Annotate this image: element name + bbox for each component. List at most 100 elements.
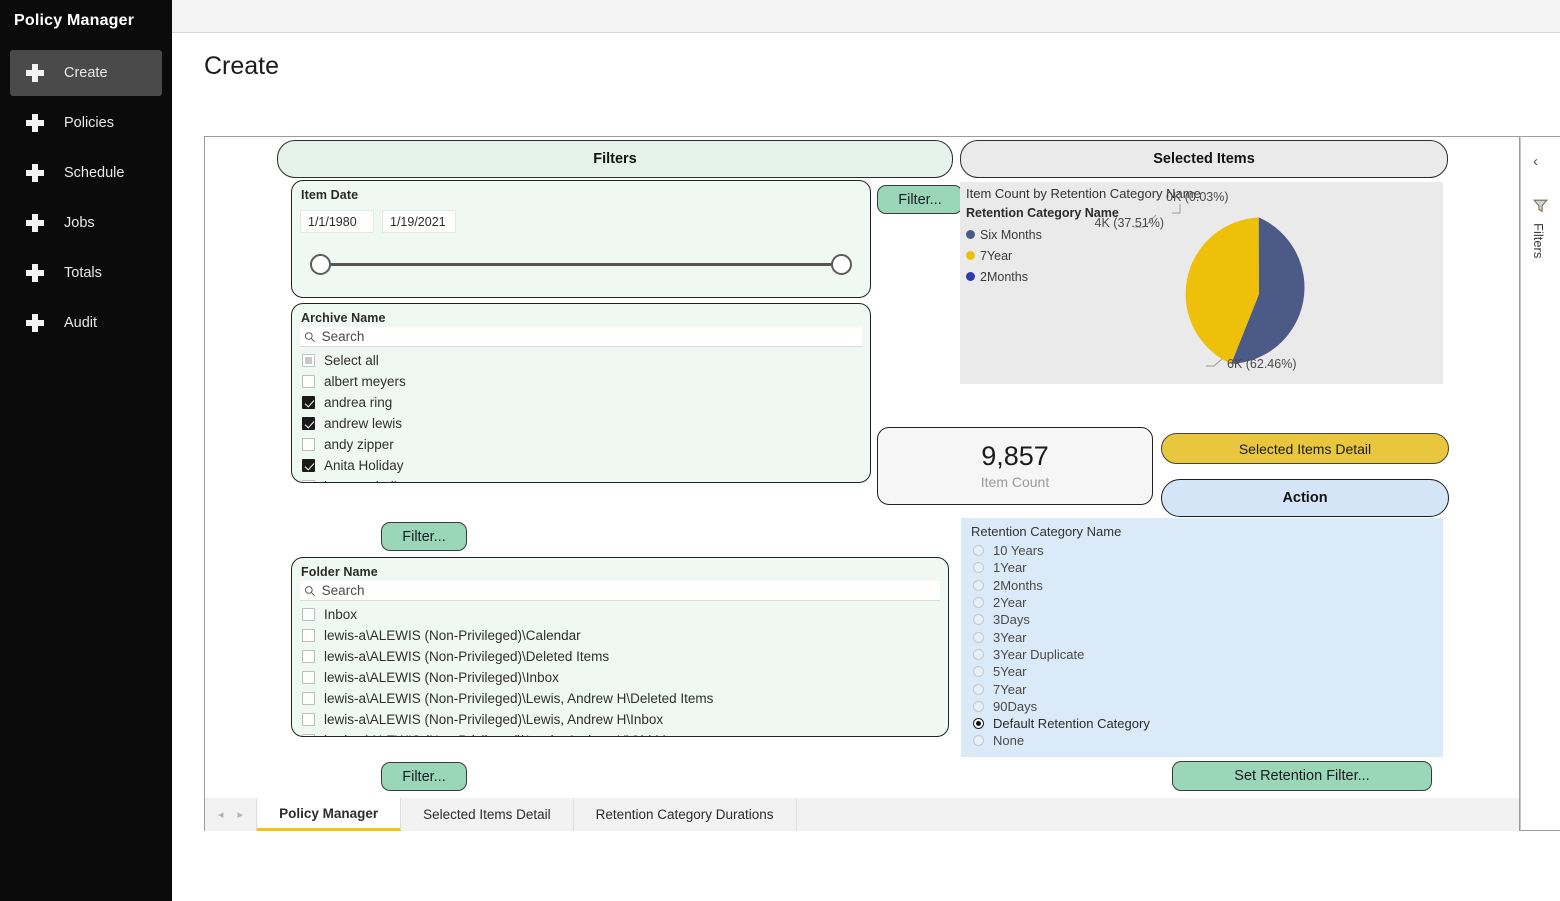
archive-option[interactable]: andrea ring [292, 392, 870, 413]
item-date-range-slider[interactable] [308, 251, 854, 279]
retention-option[interactable]: 5Year [961, 663, 1443, 680]
sidebar-item-label: Audit [64, 315, 98, 331]
option-label: 2Year [993, 595, 1027, 611]
tab-next-icon[interactable]: ▸ [238, 808, 244, 821]
pie-label-2months: 0K (0.03%) [1166, 190, 1229, 204]
slider-handle-start[interactable] [310, 254, 331, 275]
sidebar-item-audit[interactable]: Audit [10, 300, 162, 346]
archive-search-input[interactable] [321, 329, 862, 344]
sidebar-item-totals[interactable]: Totals [10, 250, 162, 296]
radio-icon[interactable] [973, 683, 984, 695]
archive-option[interactable]: albert meyers [292, 371, 870, 392]
pie-data-label-leaders [1134, 204, 1223, 367]
checkbox-icon[interactable] [302, 713, 315, 726]
archive-search-row[interactable] [300, 327, 862, 347]
archive-option[interactable]: Anita Holiday [292, 455, 870, 476]
item-date-end-input[interactable]: 1/19/2021 [382, 210, 456, 233]
checkbox-icon[interactable] [302, 608, 315, 621]
retention-option[interactable]: 2Year [961, 594, 1443, 611]
legend-swatch-icon [966, 272, 975, 281]
radio-icon[interactable] [973, 579, 984, 591]
radio-icon[interactable] [973, 666, 984, 678]
slider-track [320, 263, 842, 266]
folder-option[interactable]: lewis-a\ALEWIS (Non-Privileged)\Inbox [292, 667, 948, 688]
retention-option[interactable]: 3Year [961, 628, 1443, 645]
option-label: 3Year Duplicate [993, 646, 1085, 662]
collapse-chevron-icon[interactable]: ‹ [1533, 153, 1538, 170]
filter-folder-button[interactable]: Filter... [381, 762, 467, 791]
checkbox-icon[interactable] [302, 354, 315, 367]
filter-date-button[interactable]: Filter... [877, 185, 963, 214]
folder-option[interactable]: lewis-a\ALEWIS (Non-Privileged)\Deleted … [292, 646, 948, 667]
action-button[interactable]: Action [1161, 479, 1449, 517]
filter-funnel-icon[interactable] [1532, 197, 1549, 219]
retention-option-selected[interactable]: Default Retention Category [961, 715, 1443, 732]
checkbox-icon[interactable] [302, 417, 315, 430]
folder-search-input[interactable] [321, 583, 940, 598]
sidebar-item-create[interactable]: Create [10, 50, 162, 96]
checkbox-icon[interactable] [302, 692, 315, 705]
item-count-card: 9,857 Item Count [877, 427, 1153, 505]
radio-icon[interactable] [973, 735, 984, 747]
folder-option-list: Inbox lewis-a\ALEWIS (Non-Privileged)\Ca… [292, 604, 948, 736]
checkbox-icon[interactable] [302, 459, 315, 472]
policy-manager-app: Policy Manager Create Policies Schedule … [0, 0, 1560, 901]
archive-option-select-all[interactable]: Select all [292, 350, 870, 371]
radio-icon[interactable] [973, 631, 984, 643]
radio-icon[interactable] [973, 700, 984, 712]
folder-option[interactable]: lewis-a\ALEWIS (Non-Privileged)\Lewis, A… [292, 688, 948, 709]
option-label: Inbox [324, 607, 358, 622]
retention-option[interactable]: 1Year [961, 559, 1443, 576]
pie-graphic[interactable]: 0K (0.03%) 4K (37.51%) 6K (62.46%) [1095, 190, 1344, 384]
retention-option[interactable]: None [961, 732, 1443, 749]
tab-prev-icon[interactable]: ◂ [218, 808, 224, 821]
radio-icon[interactable] [973, 562, 984, 574]
retention-option[interactable]: 2Months [961, 577, 1443, 594]
checkbox-icon[interactable] [302, 396, 315, 409]
checkbox-icon[interactable] [302, 438, 315, 451]
sidebar-item-jobs[interactable]: Jobs [10, 200, 162, 246]
tab-retention-category-durations[interactable]: Retention Category Durations [574, 798, 797, 831]
plus-icon [26, 114, 44, 132]
archive-option[interactable]: barry tycholiz [292, 476, 870, 482]
retention-option[interactable]: 7Year [961, 680, 1443, 697]
folder-search-row[interactable] [300, 581, 940, 601]
archive-option[interactable]: andy zipper [292, 434, 870, 455]
slider-handle-end[interactable] [831, 254, 852, 275]
retention-option[interactable]: 3Year Duplicate [961, 646, 1443, 663]
item-date-start-input[interactable]: 1/1/1980 [300, 210, 374, 233]
checkbox-icon[interactable] [302, 629, 315, 642]
folder-option[interactable]: lewis-a\ALEWIS (Non-Privileged)\Calendar [292, 625, 948, 646]
sidebar-title: Policy Manager [14, 12, 135, 29]
sidebar-item-policies[interactable]: Policies [10, 100, 162, 146]
folder-option[interactable]: lewis-a\ALEWIS (Non-Privileged)\Lewis, A… [292, 709, 948, 730]
filter-archive-button[interactable]: Filter... [381, 522, 467, 551]
sidebar-item-schedule[interactable]: Schedule [10, 150, 162, 196]
checkbox-icon[interactable] [302, 480, 315, 482]
folder-option[interactable]: lewis-a\ALEWIS (Non-Privileged)\Lewis, A… [292, 730, 948, 736]
radio-icon[interactable] [973, 614, 984, 626]
option-label: lewis-a\ALEWIS (Non-Privileged)\Lewis, A… [324, 712, 664, 727]
radio-icon[interactable] [973, 597, 984, 609]
option-label: albert meyers [324, 374, 406, 389]
option-label: barry tycholiz [324, 479, 404, 482]
checkbox-icon[interactable] [302, 734, 315, 736]
retention-option[interactable]: 90Days [961, 698, 1443, 715]
checkbox-icon[interactable] [302, 650, 315, 663]
set-retention-filter-button[interactable]: Set Retention Filter... [1172, 761, 1432, 791]
filters-section-header: Filters [277, 140, 953, 178]
radio-icon[interactable] [973, 718, 984, 730]
archive-option[interactable]: andrew lewis [292, 413, 870, 434]
option-label: lewis-a\ALEWIS (Non-Privileged)\Lewis, A… [324, 733, 716, 736]
radio-icon[interactable] [973, 648, 984, 660]
tab-selected-items-detail[interactable]: Selected Items Detail [401, 798, 574, 831]
checkbox-icon[interactable] [302, 375, 315, 388]
retention-option[interactable]: 10 Years [961, 542, 1443, 559]
checkbox-icon[interactable] [302, 671, 315, 684]
selected-items-detail-button[interactable]: Selected Items Detail [1161, 433, 1449, 464]
radio-icon[interactable] [973, 545, 984, 557]
option-label: 90Days [993, 698, 1038, 714]
tab-policy-manager[interactable]: Policy Manager [257, 798, 402, 831]
retention-option[interactable]: 3Days [961, 611, 1443, 628]
folder-option[interactable]: Inbox [292, 604, 948, 625]
